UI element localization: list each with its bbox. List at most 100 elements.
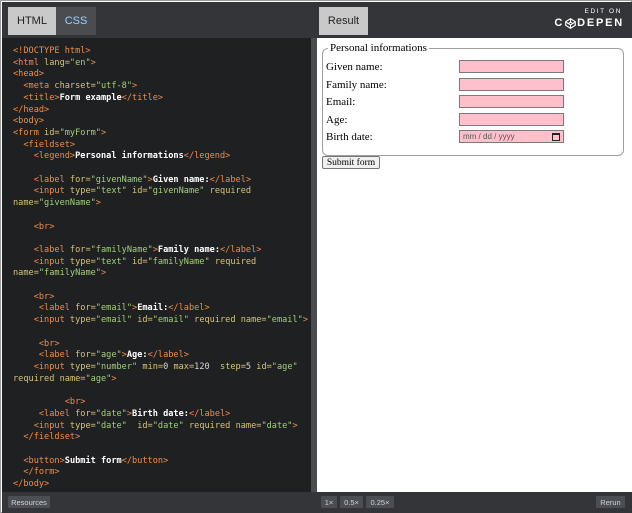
- code-line: <br>: [13, 339, 60, 349]
- given-name-input[interactable]: [459, 60, 564, 73]
- calendar-icon[interactable]: [552, 133, 560, 141]
- code-token: Age:: [126, 350, 148, 361]
- code-token: 0: [163, 361, 174, 372]
- submit-form-button[interactable]: Submit form: [322, 156, 380, 169]
- code-token: </button>: [121, 455, 169, 466]
- code-token: "email": [266, 315, 303, 326]
- code-line: <input type="email" id="email" required …: [13, 315, 308, 325]
- family-name-input[interactable]: [459, 78, 564, 91]
- code-token: for=: [75, 408, 96, 419]
- code-token: <meta: [23, 81, 55, 92]
- code-token: "myForm": [59, 127, 101, 138]
- result-preview: Personal informations Given name: Family…: [317, 38, 632, 492]
- wordmark-left: C: [554, 17, 565, 29]
- code-token: <title>: [23, 92, 60, 103]
- zoom-025x-button[interactable]: 0.25×: [366, 496, 394, 508]
- code-token: "age": [271, 361, 298, 372]
- family-name-label: Family name:: [326, 79, 387, 91]
- code-token: "familyName": [38, 268, 101, 279]
- code-token: 120: [194, 361, 221, 372]
- code-token: for=: [69, 244, 91, 255]
- code-token: "utf-8": [95, 81, 133, 92]
- code-token: name=: [59, 373, 86, 384]
- code-token: id=: [132, 186, 148, 197]
- tab-css[interactable]: CSS: [56, 7, 96, 35]
- code-token: "date": [152, 420, 184, 431]
- code-token: required: [188, 420, 231, 431]
- code-token: "date": [95, 420, 127, 431]
- code-token: required: [194, 315, 236, 326]
- code-token: <br>: [64, 397, 86, 408]
- code-token: <br>: [38, 338, 60, 349]
- birth-date-input[interactable]: mm / dd / yyyy: [459, 130, 564, 143]
- code-token: type=: [69, 256, 96, 267]
- code-token: <input: [33, 361, 70, 372]
- zoom-1x-button[interactable]: 1×: [321, 496, 337, 508]
- rerun-button[interactable]: Rerun: [596, 496, 625, 508]
- code-token: <head>: [13, 69, 45, 80]
- age-input[interactable]: [459, 113, 564, 126]
- code-line: <label for="date">Birth date:</label>: [13, 409, 230, 419]
- code-token: <input: [33, 256, 70, 267]
- code-line: <input type="number" min=0 max=120 step=…: [13, 362, 298, 372]
- code-line: <br>: [13, 222, 55, 232]
- edit-on-codepen-link[interactable]: EDIT ON C DEPEN: [554, 8, 624, 34]
- code-token: <form: [13, 127, 45, 138]
- zoom-05x-button[interactable]: 0.5×: [340, 496, 363, 508]
- code-line: <body>: [13, 116, 44, 126]
- code-token: Given name:: [152, 174, 210, 185]
- code-token: lang=: [44, 57, 70, 68]
- code-token: Email:: [137, 303, 169, 314]
- code-token: type=: [69, 361, 96, 372]
- code-token: <button>: [23, 455, 65, 466]
- code-token: >: [90, 57, 96, 68]
- code-line: <!DOCTYPE html>: [13, 46, 91, 56]
- code-token: "givenName": [147, 186, 205, 197]
- code-token: "familyName": [90, 244, 153, 255]
- code-token: "givenName": [38, 198, 96, 209]
- code-token: "date": [261, 420, 293, 431]
- tab-result[interactable]: Result: [319, 7, 368, 35]
- code-line: <legend>Personal informations</legend>: [13, 151, 231, 161]
- code-token: type=: [69, 186, 96, 197]
- code-line: <button>Submit form</button>: [13, 456, 168, 466]
- code-token: <body>: [13, 116, 45, 127]
- code-line: <label for="givenName">Given name:</labe…: [13, 175, 251, 185]
- code-token: </label>: [220, 244, 262, 255]
- code-token: for=: [75, 350, 96, 361]
- code-token: step=: [220, 361, 246, 372]
- resources-button[interactable]: Resources: [8, 496, 50, 508]
- code-token: >: [302, 315, 309, 326]
- code-token: Birth date:: [132, 408, 189, 419]
- html-code-editor[interactable]: <!DOCTYPE html> <html lang="en"> <head> …: [2, 38, 311, 492]
- date-placeholder: mm / dd / yyyy: [463, 132, 515, 141]
- code-token: name=: [240, 315, 267, 326]
- code-token: "age": [85, 373, 112, 384]
- bottom-bar: Resources 1× 0.5× 0.25× Rerun: [2, 492, 632, 513]
- code-token: Submit form: [64, 455, 122, 466]
- code-token: <input: [33, 315, 70, 326]
- code-line: <br>: [13, 397, 86, 408]
- code-token: id=: [44, 127, 60, 138]
- code-line: <input type="date" id="date" required na…: [13, 421, 298, 431]
- tab-html[interactable]: HTML: [8, 7, 56, 35]
- code-token: </title>: [121, 92, 164, 103]
- code-line: required name="age">: [13, 374, 117, 384]
- code-token: </body>: [13, 479, 50, 490]
- code-token: <br>: [33, 291, 55, 302]
- code-token: </head>: [13, 104, 50, 115]
- code-line: <head>: [13, 69, 44, 79]
- email-input[interactable]: [459, 95, 564, 108]
